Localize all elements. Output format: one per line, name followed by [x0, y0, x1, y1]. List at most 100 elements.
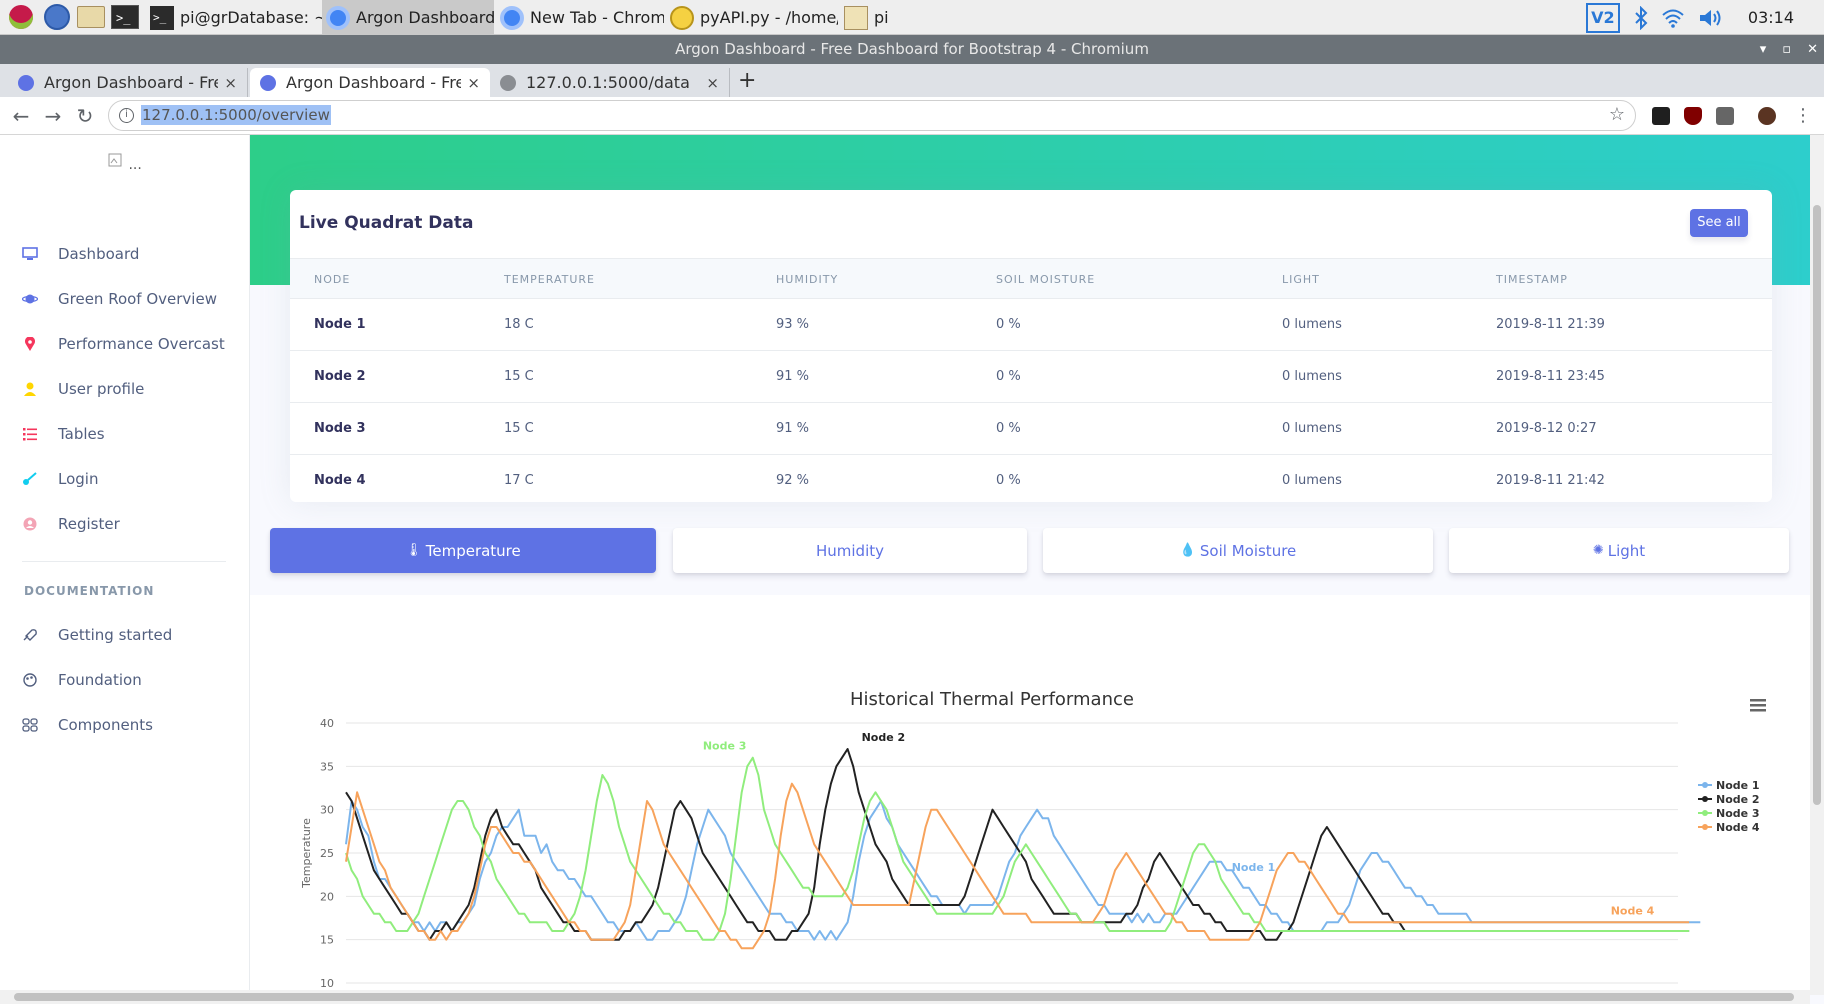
new-tab-button[interactable]: +	[738, 68, 756, 93]
column-header: HUMIDITY	[776, 273, 839, 286]
forward-icon[interactable]: →	[40, 103, 66, 129]
legend-item[interactable]: Node 1	[1716, 779, 1760, 792]
cell-humidity: 92 %	[776, 473, 810, 488]
extension-icon[interactable]	[1716, 107, 1734, 125]
terminal-icon: >_	[150, 5, 174, 30]
pill-label: Light	[1607, 541, 1646, 560]
sidebar-item-label: Register	[58, 515, 120, 533]
sidebar-item-components[interactable]: Components	[22, 712, 153, 738]
chrome-menu-icon[interactable]: ⋮	[1790, 103, 1816, 129]
sidebar-divider	[22, 561, 226, 562]
cell-node: Node 1	[314, 317, 366, 332]
pill-light[interactable]: ✺ Light	[1449, 528, 1789, 573]
address-bar[interactable]: i 127.0.0.1:5000/overview ☆	[108, 100, 1636, 131]
url-text[interactable]: 127.0.0.1:5000/overview	[141, 105, 331, 125]
pill-humidity[interactable]: Humidity	[673, 528, 1027, 573]
wifi-icon[interactable]	[1662, 5, 1684, 31]
sidebar-item-login[interactable]: Login	[22, 466, 98, 492]
sidebar-item-register[interactable]: Register	[22, 511, 120, 537]
terminal-launcher-icon[interactable]: >_	[110, 3, 140, 31]
annotation-label: Node 1	[1232, 861, 1276, 874]
horizontal-scrollbar[interactable]	[0, 990, 1810, 1004]
taskbar-task-new-tab[interactable]: New Tab - Chromium	[496, 0, 664, 35]
series-line-node-1	[345, 800, 1701, 941]
table-header: NODE TEMPERATURE HUMIDITY SOIL MOISTURE …	[290, 258, 1772, 299]
tab-close-icon[interactable]: ×	[224, 74, 237, 92]
brand-logo[interactable]: ...	[108, 153, 142, 177]
file-manager-launcher-icon[interactable]	[76, 3, 106, 31]
cell-temperature: 17 C	[504, 473, 534, 488]
tab-strip: Argon Dashboard - Free D × Argon Dashboa…	[0, 64, 1824, 97]
sidebar-item-performance-overcast[interactable]: Performance Overcast	[22, 331, 225, 357]
bookmark-star-icon[interactable]: ☆	[1609, 104, 1625, 125]
pill-temperature[interactable]: 🌡 Temperature	[270, 528, 656, 573]
sidebar-item-foundation[interactable]: Foundation	[22, 667, 142, 693]
close-window-icon[interactable]: ✕	[1807, 35, 1818, 64]
bluetooth-icon[interactable]	[1634, 5, 1648, 31]
browser-toolbar: ← → ↻ i 127.0.0.1:5000/overview ☆ ⋮	[0, 97, 1824, 135]
sidebar-item-getting-started[interactable]: Getting started	[22, 622, 172, 648]
cell-temperature: 18 C	[504, 317, 534, 332]
sidebar-item-tables[interactable]: Tables	[22, 421, 105, 447]
legend-item[interactable]: Node 3	[1716, 807, 1760, 820]
cell-timestamp: 2019-8-11 21:42	[1496, 473, 1605, 488]
taskbar-task-pyapi[interactable]: pyAPI.py - /home/pi/...	[666, 0, 838, 35]
vnc-icon[interactable]: V2	[1585, 2, 1620, 33]
taskbar-task-terminal[interactable]: >_ pi@grDatabase: ~	[146, 0, 322, 35]
extension-icon[interactable]	[1652, 107, 1670, 125]
pin-icon	[22, 336, 38, 351]
tab-close-icon[interactable]: ×	[467, 74, 480, 92]
hamburger-menu-icon[interactable]	[1750, 699, 1766, 712]
live-quadrat-card: Live Quadrat Data See all NODE TEMPERATU…	[290, 190, 1772, 502]
argon-favicon-icon	[18, 74, 34, 91]
volume-icon[interactable]	[1698, 5, 1724, 31]
vertical-scrollbar[interactable]	[1810, 135, 1824, 995]
column-header: SOIL MOISTURE	[996, 273, 1096, 286]
maximize-icon[interactable]: ▫	[1782, 35, 1791, 64]
scrollbar-thumb[interactable]	[1813, 205, 1821, 805]
scrollbar-thumb[interactable]	[14, 993, 1794, 1001]
window-title: Argon Dashboard - Free Dashboard for Boo…	[675, 40, 1149, 58]
browser-tab-active[interactable]: Argon Dashboard - Free D ×	[250, 68, 490, 97]
browser-tab[interactable]: Argon Dashboard - Free D ×	[8, 68, 248, 97]
sidebar-item-label: User profile	[58, 380, 145, 398]
legend-marker	[1702, 824, 1708, 830]
cell-timestamp: 2019-8-12 0:27	[1496, 421, 1597, 436]
y-tick-label: 15	[320, 934, 334, 947]
y-tick-label: 25	[320, 847, 334, 860]
os-taskbar: >_ >_ pi@grDatabase: ~ Argon Dashboard -…	[0, 0, 1824, 35]
sidebar-item-green-roof-overview[interactable]: Green Roof Overview	[21, 286, 217, 312]
cell-humidity: 93 %	[776, 317, 810, 332]
ublock-icon[interactable]	[1684, 107, 1702, 125]
profile-avatar-icon[interactable]	[1758, 107, 1776, 125]
y-tick-label: 10	[320, 977, 334, 990]
taskbar-task-label: pi	[874, 8, 889, 27]
site-info-icon[interactable]: i	[119, 108, 134, 123]
back-icon[interactable]: ←	[8, 103, 34, 129]
sidebar-item-label: Foundation	[58, 671, 142, 689]
sidebar-item-label: Tables	[58, 425, 105, 443]
main-content: Live Quadrat Data See all NODE TEMPERATU…	[250, 135, 1810, 1004]
taskbar-task-label: pyAPI.py - /home/pi/...	[700, 8, 838, 27]
raspberry-menu-icon[interactable]	[6, 3, 36, 31]
legend-item[interactable]: Node 2	[1716, 793, 1760, 806]
minimize-icon[interactable]: ▾	[1760, 35, 1767, 64]
reload-icon[interactable]: ↻	[72, 103, 98, 129]
python-editor-icon	[670, 5, 694, 30]
legend-marker	[1702, 782, 1708, 788]
clock[interactable]: 03:14	[1748, 8, 1794, 27]
sidebar-item-user-profile[interactable]: User profile	[22, 376, 144, 402]
see-all-button[interactable]: See all	[1690, 209, 1748, 237]
taskbar-task-folder-pi[interactable]: pi	[840, 0, 1012, 35]
browser-tab[interactable]: 127.0.0.1:5000/data ×	[490, 68, 730, 97]
card-title: Live Quadrat Data	[299, 213, 474, 233]
column-header: TIMESTAMP	[1496, 273, 1568, 286]
web-browser-launcher-icon[interactable]	[42, 3, 72, 31]
column-header: LIGHT	[1282, 273, 1320, 286]
taskbar-task-argon-dashboard[interactable]: Argon Dashboard - Fr...	[322, 0, 494, 35]
legend-item[interactable]: Node 4	[1716, 821, 1760, 834]
tab-close-icon[interactable]: ×	[706, 74, 719, 92]
sidebar-item-dashboard[interactable]: Dashboard	[22, 241, 139, 267]
taskbar-task-label: pi@grDatabase: ~	[180, 8, 322, 27]
pill-soil-moisture[interactable]: 💧 Soil Moisture	[1043, 528, 1433, 573]
